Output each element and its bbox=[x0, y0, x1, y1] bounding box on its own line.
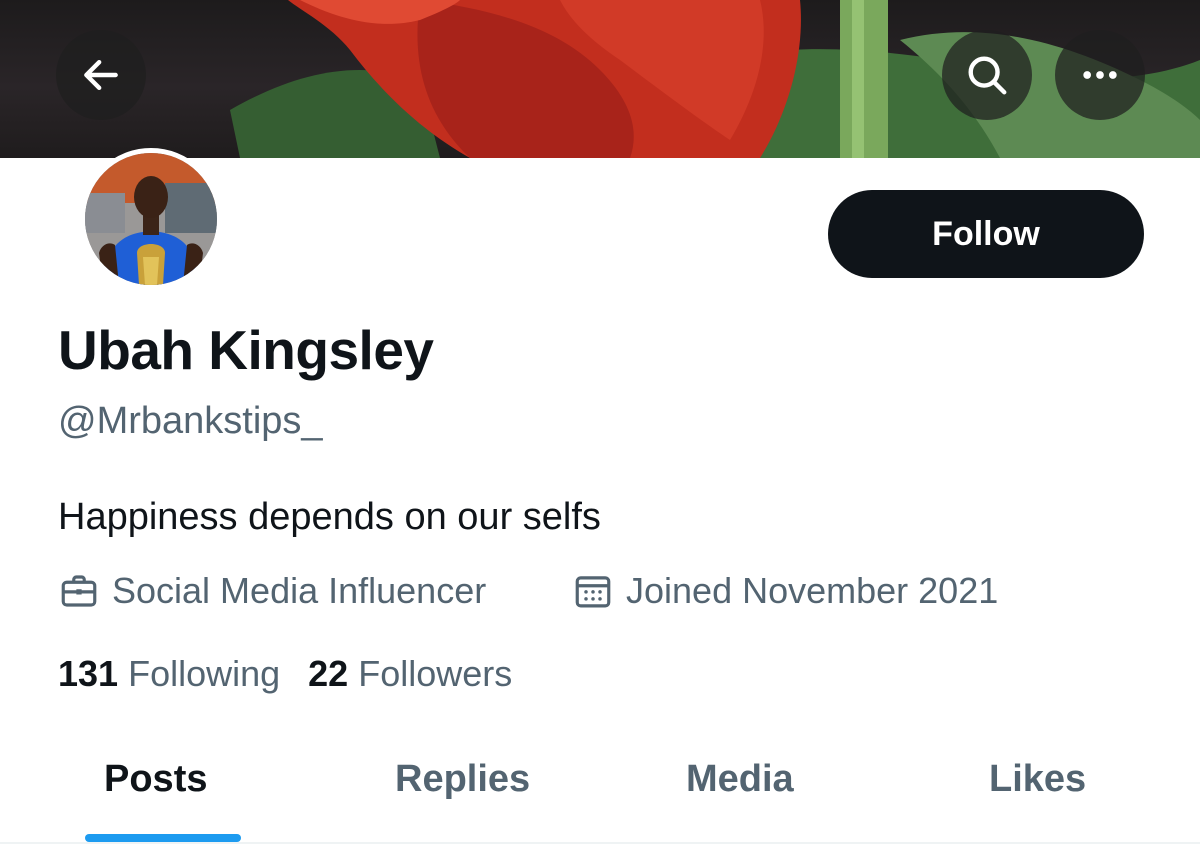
more-button[interactable] bbox=[1055, 30, 1145, 120]
profession-label: Social Media Influencer bbox=[112, 570, 487, 611]
profile-name: Ubah Kingsley bbox=[58, 319, 434, 381]
tab-media[interactable]: Media bbox=[686, 758, 794, 801]
following-link[interactable]: 131 Following bbox=[58, 653, 280, 695]
arrow-left-icon bbox=[84, 59, 118, 91]
search-button[interactable] bbox=[942, 30, 1032, 120]
more-horizontal-icon bbox=[1083, 71, 1117, 79]
profile-bio: Happiness depends on our selfs bbox=[58, 496, 601, 538]
briefcase-icon bbox=[61, 575, 97, 607]
avatar-photo bbox=[85, 153, 217, 285]
avatar[interactable] bbox=[80, 148, 222, 290]
tab-posts[interactable]: Posts bbox=[104, 758, 207, 801]
following-label: Following bbox=[128, 653, 281, 694]
followers-link[interactable]: 22 Followers bbox=[308, 653, 512, 695]
profession-info: Social Media Influencer bbox=[58, 570, 486, 612]
followers-label: Followers bbox=[358, 653, 513, 694]
back-button[interactable] bbox=[56, 30, 146, 120]
search-icon bbox=[968, 56, 1007, 95]
tabs-divider bbox=[0, 842, 1200, 844]
calendar-icon bbox=[575, 576, 611, 608]
followers-count: 22 bbox=[308, 653, 349, 694]
tab-likes[interactable]: Likes bbox=[989, 758, 1086, 801]
follow-button[interactable]: Follow bbox=[828, 190, 1144, 278]
following-count: 131 bbox=[58, 653, 119, 694]
joined-info: Joined November 2021 bbox=[572, 570, 998, 612]
profile-tabs: Posts Replies Media Likes bbox=[0, 740, 1200, 844]
profile-handle: @Mrbankstips_ bbox=[58, 400, 323, 442]
follow-stats: 131 Following 22 Followers bbox=[58, 653, 540, 695]
active-tab-indicator bbox=[85, 834, 241, 842]
tab-replies[interactable]: Replies bbox=[395, 758, 530, 801]
joined-label: Joined November 2021 bbox=[626, 570, 999, 611]
